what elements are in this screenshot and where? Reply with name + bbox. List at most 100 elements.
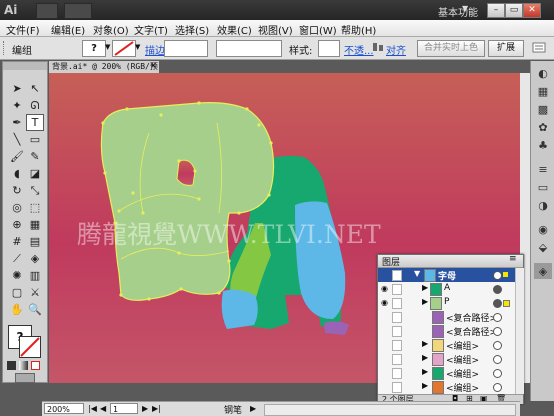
menu-effect[interactable]: 效果(C) (217, 22, 252, 37)
chevron-down-icon[interactable]: ▼ (414, 269, 420, 278)
zoom-tool-icon[interactable]: 🔍 (26, 301, 44, 318)
color-guide-icon[interactable]: ▦ (534, 83, 552, 99)
gradient-tool-icon[interactable]: ▤ (26, 233, 44, 250)
swatches-panel-icon[interactable]: ▩ (534, 101, 552, 117)
menu-edit[interactable]: 编辑(E) (51, 22, 85, 37)
eraser-tool-icon[interactable]: ◪ (26, 165, 44, 182)
lock-toggle[interactable] (392, 326, 402, 337)
gradient-icon[interactable] (19, 361, 28, 370)
chevron-down-icon[interactable]: ▼ (105, 43, 110, 51)
slice-tool-icon[interactable]: ⚔ (26, 284, 44, 301)
free-transform-tool-icon[interactable]: ⬚ (26, 199, 44, 216)
direct-selection-tool-icon[interactable]: ↖ (26, 80, 44, 97)
chevron-right-icon[interactable]: ▶ (422, 339, 428, 348)
target-circle-icon[interactable] (493, 355, 502, 364)
symbols-panel-icon[interactable]: ♣ (534, 137, 552, 153)
visibility-eye-icon[interactable]: ◉ (380, 298, 389, 307)
paintbrush-tool-icon[interactable]: 🖌 (8, 148, 26, 165)
line-tool-icon[interactable]: ╲ (8, 131, 26, 148)
lasso-tool-icon[interactable]: ᘏ (26, 97, 44, 114)
fill-swatch[interactable]: ? (82, 40, 106, 57)
chevron-down-icon[interactable]: ▼ (135, 43, 140, 51)
lock-toggle[interactable] (392, 270, 402, 281)
chevron-right-icon[interactable]: ▶ (422, 353, 428, 362)
graphic-style-swatch[interactable] (318, 40, 340, 57)
close-icon[interactable]: ✕ (150, 61, 157, 70)
none-icon[interactable] (31, 361, 40, 370)
target-circle-icon[interactable] (493, 369, 502, 378)
lock-toggle[interactable] (392, 354, 402, 365)
align-link[interactable]: 对齐 (386, 42, 406, 57)
type-tool-icon[interactable]: T (26, 114, 44, 131)
layers-scrollbar[interactable] (515, 268, 524, 394)
shape-builder-tool-icon[interactable]: ⊕ (8, 216, 26, 233)
perspective-grid-tool-icon[interactable]: ▦ (26, 216, 44, 233)
workspace-switcher[interactable]: 基本功能 (438, 4, 478, 19)
target-circle-icon[interactable] (493, 299, 502, 308)
layer-row[interactable]: ▼ 字母 (378, 268, 515, 283)
hand-tool-icon[interactable]: ✋ (8, 301, 26, 318)
menu-select[interactable]: 选择(S) (175, 22, 209, 37)
minimize-button[interactable]: – (487, 3, 505, 18)
layer-row[interactable]: ◉ ▶ A (378, 282, 515, 297)
graphic-styles-panel-icon[interactable]: ⬙ (534, 239, 552, 255)
canvas-horizontal-scrollbar[interactable] (264, 404, 516, 416)
blob-brush-tool-icon[interactable]: ◖ (8, 165, 26, 182)
brush-definition-field[interactable] (216, 40, 282, 57)
tools-panel-header[interactable] (3, 62, 47, 70)
screen-mode-icon[interactable] (15, 373, 35, 383)
selection-indicator[interactable] (503, 300, 510, 307)
symbol-sprayer-tool-icon[interactable]: ✺ (8, 267, 26, 284)
first-artboard-icon[interactable]: |◀ (88, 404, 97, 413)
selection-indicator[interactable] (503, 272, 508, 277)
target-circle-icon[interactable] (493, 285, 502, 294)
layer-row[interactable]: ▶ <编组> (378, 380, 515, 395)
lock-toggle[interactable] (392, 284, 402, 295)
menu-window[interactable]: 窗口(W) (299, 22, 337, 37)
document-tab[interactable]: 背景.ai* @ 200% (RGB/预览) (49, 61, 159, 83)
layer-row[interactable]: ▶ <编组> (378, 352, 515, 367)
zoom-level-field[interactable]: 200% (44, 403, 84, 414)
lock-toggle[interactable] (392, 340, 402, 351)
scale-tool-icon[interactable]: ⤡ (26, 182, 44, 199)
column-graph-tool-icon[interactable]: ▥ (26, 267, 44, 284)
chevron-right-icon[interactable]: ▶ (422, 297, 428, 306)
pencil-tool-icon[interactable]: ✎ (26, 148, 44, 165)
menu-help[interactable]: 帮助(H) (341, 22, 376, 37)
artboard-tool-icon[interactable]: ▢ (8, 284, 26, 301)
panel-menu-icon[interactable]: ≡ (509, 254, 517, 264)
panel-menu-icon[interactable] (530, 40, 548, 55)
target-circle-icon[interactable] (493, 313, 502, 322)
layers-panel-header[interactable]: 图层 ≡ (378, 254, 523, 268)
grip-handle[interactable] (3, 41, 7, 55)
layer-row[interactable]: ◉ ▶ P (378, 296, 515, 311)
last-artboard-icon[interactable]: ▶| (152, 404, 161, 413)
color-icon[interactable] (7, 361, 16, 370)
stroke-color-swatch[interactable] (19, 336, 41, 358)
layer-row[interactable]: <复合路径> (378, 310, 515, 325)
warp-tool-icon[interactable]: ◎ (8, 199, 26, 216)
lock-toggle[interactable] (392, 368, 402, 379)
artboard-number-field[interactable]: 1 (110, 403, 138, 414)
lock-toggle[interactable] (392, 298, 402, 309)
pen-tool-icon[interactable]: ✒ (8, 114, 26, 131)
gradient-panel-icon[interactable]: ▭ (534, 179, 552, 195)
menu-object[interactable]: 对象(O) (93, 22, 129, 37)
previous-artboard-icon[interactable]: ◀ (100, 404, 106, 413)
target-circle-icon[interactable] (493, 271, 502, 280)
visibility-eye-icon[interactable]: ◉ (380, 284, 389, 293)
menu-view[interactable]: 视图(V) (258, 22, 293, 37)
target-circle-icon[interactable] (493, 383, 502, 392)
merge-live-paint-button[interactable]: 合并实时上色 (417, 40, 485, 57)
next-artboard-icon[interactable]: ▶ (142, 404, 148, 413)
lock-toggle[interactable] (392, 312, 402, 323)
layers-panel-icon[interactable]: ◈ (534, 263, 552, 279)
menu-file[interactable]: 文件(F) (6, 22, 40, 37)
stroke-weight-field[interactable] (164, 40, 208, 57)
magic-wand-tool-icon[interactable]: ✦ (8, 97, 26, 114)
target-circle-icon[interactable] (493, 327, 502, 336)
layer-row[interactable]: <复合路径> (378, 324, 515, 339)
mesh-tool-icon[interactable]: # (8, 233, 26, 250)
target-circle-icon[interactable] (493, 341, 502, 350)
layer-row[interactable]: ▶ <编组> (378, 366, 515, 381)
